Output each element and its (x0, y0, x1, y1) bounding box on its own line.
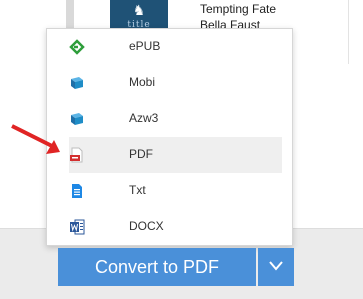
azw3-icon (69, 111, 85, 127)
docx-icon (69, 219, 85, 235)
menu-item-label: DOCX (129, 219, 164, 233)
epub-icon (69, 39, 85, 55)
menu-item-pdf[interactable]: PDF (69, 137, 282, 173)
menu-item-label: PDF (129, 147, 153, 161)
mobi-icon (69, 75, 85, 91)
txt-icon (69, 183, 85, 199)
panel-divider (348, 0, 349, 64)
menu-item-txt[interactable]: Txt (69, 173, 282, 209)
pdf-icon (69, 147, 85, 163)
menu-item-epub[interactable]: ePUB (69, 29, 282, 65)
book-cover-emblem-icon: ♞ (132, 2, 146, 18)
menu-item-label: Txt (129, 183, 146, 197)
menu-item-docx[interactable]: DOCX (69, 209, 282, 245)
menu-item-azw3[interactable]: Azw3 (69, 101, 282, 137)
red-pointer-arrow (8, 120, 68, 160)
menu-item-label: Mobi (129, 75, 156, 89)
menu-item-label: Azw3 (129, 111, 159, 125)
convert-button[interactable]: Convert to PDF (58, 248, 256, 286)
menu-item-mobi[interactable]: Mobi (69, 65, 282, 101)
chevron-down-icon (269, 258, 283, 276)
book-title: Tempting Fate (200, 2, 277, 16)
format-dropdown-toggle[interactable] (258, 248, 294, 286)
format-dropdown-menu: ePUB Mobi Azw3 PDF Txt DOCX (46, 28, 293, 246)
menu-item-label: ePUB (129, 39, 161, 53)
